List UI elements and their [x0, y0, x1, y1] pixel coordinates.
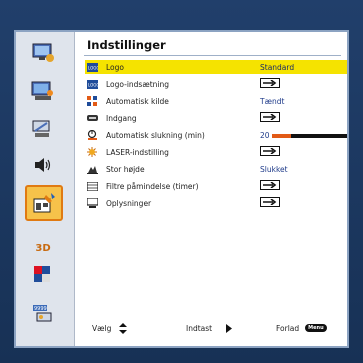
settings-menu: Indstillinger LOGO Logo Standard LOGO Lo…: [78, 32, 347, 346]
information-icon: [87, 198, 98, 208]
filter-icon: [87, 181, 98, 191]
logo-icon: LOGO: [87, 62, 98, 72]
sidebar: 3D 9999: [16, 32, 75, 346]
slider-track[interactable]: [272, 133, 347, 138]
logo-capture-icon: LOGO: [87, 79, 98, 89]
image-settings-icon[interactable]: [29, 40, 57, 66]
display-settings-icon[interactable]: [29, 78, 57, 104]
menu-row-label: Automatisk slukning (min): [106, 130, 205, 140]
menu-row-label: Indgang: [106, 113, 137, 123]
exit-hint: Forlad Menu: [276, 322, 327, 334]
menu-row-information[interactable]: Oplysninger: [85, 196, 347, 210]
slider-fill: [272, 133, 291, 138]
menu-row-laser-settings[interactable]: LASER-indstilling: [85, 145, 347, 159]
projector-settings-icon[interactable]: [29, 115, 57, 141]
select-label: Vælg: [92, 323, 112, 333]
menu-row-label: Automatisk kilde: [106, 96, 169, 106]
svg-text:9999: 9999: [34, 306, 47, 312]
menu-row-label: LASER-indstilling: [106, 147, 169, 157]
power-off-icon: [87, 130, 98, 140]
menu-row-filter-reminder[interactable]: Filtre påmindelse (timer): [85, 179, 347, 193]
3d-label: 3D: [35, 242, 51, 254]
network-icon[interactable]: [29, 262, 57, 288]
osd-panel: 3D 9999 Indstillinger LOGO Logo Standard…: [14, 30, 349, 348]
auto-power-off-slider[interactable]: 20: [260, 131, 347, 140]
enter-arrow-button[interactable]: [260, 197, 280, 207]
menu-row-value: Slukket: [260, 164, 288, 174]
title-divider: [84, 55, 341, 56]
menu-row-label: Oplysninger: [106, 198, 152, 208]
page-title: Indstillinger: [87, 38, 166, 52]
menu-row-high-altitude[interactable]: Stor højde Slukket: [85, 162, 347, 176]
footer-hints: Vælg Indtast Forlad Menu: [78, 322, 347, 334]
up-down-arrows-icon: [119, 322, 128, 334]
settings-icon[interactable]: [25, 185, 63, 221]
enter-label: Indtast: [186, 323, 213, 333]
enter-arrow-button[interactable]: [260, 146, 280, 156]
auto-source-icon: [87, 96, 98, 106]
menu-row-logo-capture[interactable]: LOGO Logo-indsætning: [85, 77, 347, 91]
menu-row-label: Logo-indsætning: [106, 79, 169, 89]
svg-text:LOGO: LOGO: [88, 82, 98, 87]
right-arrow-icon: [226, 323, 233, 333]
menu-row-label: Logo: [106, 62, 124, 72]
menu-row-value: Standard: [260, 62, 295, 72]
menu-row-logo[interactable]: LOGO Logo Standard: [85, 60, 347, 74]
enter-arrow-button[interactable]: [260, 180, 280, 190]
menu-row-input[interactable]: Indgang: [85, 111, 347, 125]
menu-row-auto-power-off[interactable]: Automatisk slukning (min) 20: [85, 128, 347, 142]
menu-row-auto-source[interactable]: Automatisk kilde Tændt: [85, 94, 347, 108]
menu-row-label: Stor højde: [106, 164, 145, 174]
menu-row-label: Filtre påmindelse (timer): [106, 181, 199, 191]
enter-hint: Indtast: [186, 322, 233, 334]
high-altitude-icon: [87, 164, 98, 174]
slider-value: 20: [260, 131, 270, 140]
select-hint: Vælg: [92, 322, 128, 334]
3d-icon[interactable]: 3D: [29, 235, 57, 261]
enter-arrow-button[interactable]: [260, 112, 280, 122]
options-icon[interactable]: 9999: [29, 300, 57, 326]
osd-background: 3D 9999 Indstillinger LOGO Logo Standard…: [0, 0, 363, 363]
menu-row-value: Tændt: [260, 96, 285, 106]
exit-label: Forlad: [276, 323, 300, 333]
menu-button-icon: Menu: [305, 324, 327, 332]
enter-arrow-button[interactable]: [260, 78, 280, 88]
input-icon: [87, 113, 98, 123]
svg-text:LOGO: LOGO: [88, 65, 98, 70]
audio-icon[interactable]: [29, 152, 57, 178]
laser-icon: [87, 147, 98, 157]
